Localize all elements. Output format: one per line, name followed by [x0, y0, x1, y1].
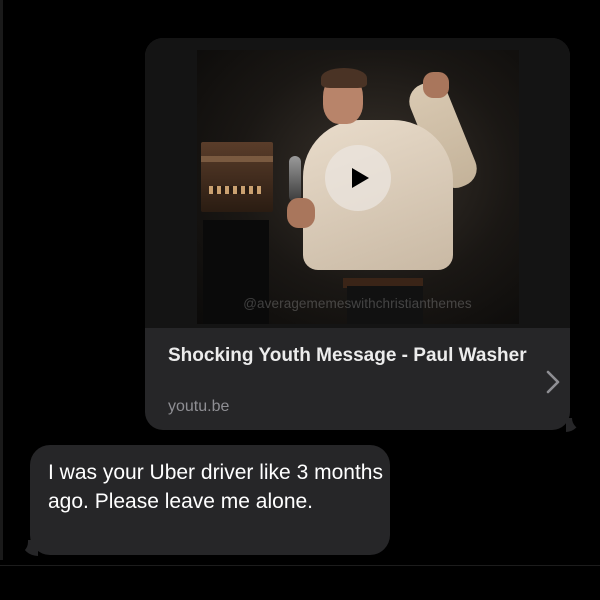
chevron-right-icon[interactable]: [543, 367, 563, 397]
microphone: [289, 156, 301, 202]
link-preview-card[interactable]: @averagememeswithchristianthemes Shockin…: [145, 38, 570, 430]
play-icon: [352, 168, 369, 188]
message-bubble[interactable]: I was your Uber driver like 3 months ago…: [30, 445, 390, 555]
watermark-text: @averagememeswithchristianthemes: [243, 296, 472, 311]
preacher-hair: [321, 68, 367, 88]
preacher-hand: [287, 198, 315, 228]
screen-edge: [0, 0, 3, 560]
preacher-fist: [423, 72, 449, 98]
video-thumbnail[interactable]: @averagememeswithchristianthemes: [145, 38, 570, 328]
message-text: I was your Uber driver like 3 months ago…: [48, 461, 383, 513]
link-title[interactable]: Shocking Youth Message - Paul Washer: [168, 343, 528, 368]
play-button[interactable]: [325, 145, 391, 211]
video-frame: [197, 50, 519, 324]
link-domain: youtu.be: [168, 398, 230, 415]
amplifier-image: [201, 142, 273, 212]
divider: [0, 565, 600, 566]
